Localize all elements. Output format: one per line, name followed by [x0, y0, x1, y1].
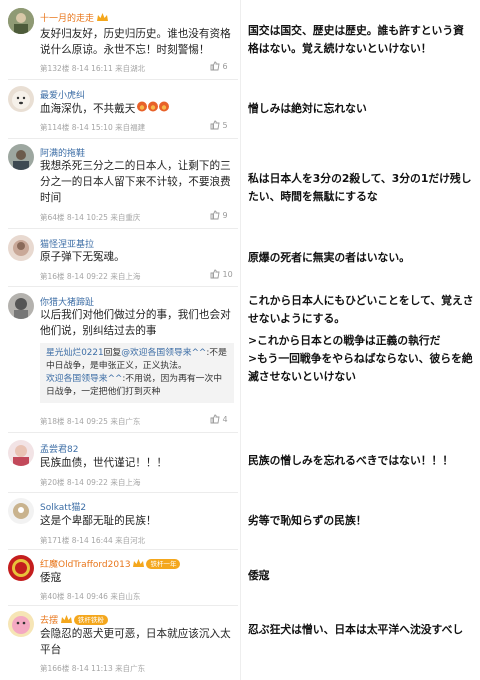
comment-meta: 第171楼 8-14 16:44 来自河北 [40, 536, 146, 545]
comment-meta: 第114楼 8-14 15:10 来自福建 [40, 123, 146, 132]
reply-mention[interactable]: @欢迎各国领导来^^ [121, 348, 206, 358]
translation-text: 原爆の死者に無実の者はいない。 [248, 251, 410, 264]
translation-text: 劣等で恥知らずの民族！ [248, 514, 367, 527]
comment-meta: 第18楼 8-14 09:25 来自广东 [40, 417, 141, 426]
like-button[interactable]: 10 [210, 269, 233, 279]
comment-meta: 第132楼 8-14 16:11 来自湖北 [40, 64, 146, 73]
divider [8, 138, 238, 139]
avatar[interactable] [8, 293, 34, 319]
reply-box[interactable]: 星光灿烂0221回复@欢迎各国领导来^^:不是中日战争，是申张正义，正义执法。 … [40, 343, 234, 403]
username[interactable]: 孟尝君82 [40, 442, 78, 455]
divider [8, 549, 238, 550]
avatar[interactable] [8, 440, 34, 466]
divider [8, 79, 238, 80]
crown-icon [60, 615, 72, 623]
like-button[interactable]: 5 [210, 120, 228, 130]
weibo-comment-list: 十一月的走走 友好归友好，历史归历史。谁也没有资格说什么原谅。永世不忘！时刻警惕… [0, 0, 240, 680]
avatar[interactable] [8, 498, 34, 524]
translation-text: これから日本人にもひどいことをして、覚えさせないようにする。 >これから日本との… [248, 294, 474, 383]
divider [8, 286, 238, 287]
divider [8, 492, 238, 493]
reply-line: 星光灿烂0221回复@欢迎各国领导来^^:不是中日战争，是申张正义，正义执法。 [46, 348, 227, 371]
thumbs-up-icon [210, 210, 220, 220]
username[interactable]: 十一月的走走 [40, 11, 108, 24]
thumbs-up-icon [210, 61, 220, 71]
fan-badge: 铁杆铁粉 [73, 615, 108, 625]
username[interactable]: 去摆 铁杆铁粉 [40, 613, 108, 626]
comment-text: 倭寇 [40, 572, 62, 584]
comment-meta: 第166楼 8-14 11:13 来自广东 [40, 664, 146, 673]
divider [8, 432, 238, 433]
translation-text: 倭寇 [248, 569, 270, 582]
username[interactable]: Solkatt猫2 [40, 500, 86, 513]
avatar[interactable] [8, 144, 34, 170]
translation-text: 私は日本人を3分の2殺して、3分の1だけ残したい、時間を無駄にするな [248, 172, 472, 203]
divider [8, 605, 238, 606]
comment-text: 友好归友好，历史归历史。谁也没有资格说什么原谅。永世不忘！时刻警惕！ [40, 28, 231, 56]
comment-meta: 第20楼 8-14 09:22 来自上海 [40, 478, 141, 487]
translation-text: 忍ぶ狂犬は憎い、日本は太平洋へ沈没すべし [248, 623, 464, 636]
comment-text: 血海深仇，不共戴天 [40, 101, 232, 117]
avatar[interactable] [8, 235, 34, 261]
comment-text: 这是个卑鄙无耻的民族！ [40, 515, 157, 527]
crown-icon [96, 13, 108, 21]
reply-username[interactable]: 欢迎各国领导来^^ [46, 374, 122, 384]
like-button[interactable]: 9 [210, 210, 228, 220]
divider [8, 228, 238, 229]
translation-text: 憎しみは絶対に忘れない [248, 102, 367, 115]
comment-text: 原子弹下无冤魂。 [40, 251, 125, 263]
thumbs-up-icon [210, 269, 220, 279]
comment-meta: 第16楼 8-14 09:22 来自上海 [40, 272, 141, 281]
fire-emoji-icon [137, 101, 171, 117]
avatar[interactable] [8, 555, 34, 581]
username[interactable]: 红魔OldTrafford2013 铁杆一年 [40, 557, 181, 570]
comment-text: 我想杀死三分之二的日本人，让剩下的三分之一的日本人留下来不计较，不要浪费时间 [40, 160, 231, 204]
avatar[interactable] [8, 611, 34, 637]
thumbs-up-icon [210, 414, 220, 424]
avatar[interactable] [8, 86, 34, 112]
username[interactable]: 最爱小虎纠 [40, 88, 85, 101]
comment-meta: 第64楼 8-14 10:25 来自重庆 [40, 213, 141, 222]
reply-line: 欢迎各国领导来^^:不用说，因为再有一次中日战争，一定把他们打到灭种 [46, 374, 223, 397]
comment-text: 民族血债，世代谨记！！！ [40, 457, 168, 469]
like-button[interactable]: 4 [210, 414, 228, 424]
translation-text: 民族の憎しみを忘れるべきではない！！！ [248, 454, 454, 467]
comment-text: 会隐忍的恶犬更可恶，日本就应该沉入太平台 [40, 628, 231, 656]
like-button[interactable]: 6 [210, 61, 228, 71]
comment-text: 以后我们对他们做过分的事，我们也会对他们说，别纠结过去的事 [40, 309, 231, 337]
thumbs-up-icon [210, 120, 220, 130]
comment-meta: 第40楼 8-14 09:46 来自山东 [40, 592, 141, 601]
reply-username[interactable]: 星光灿烂0221 [46, 348, 104, 358]
fan-badge: 铁杆一年 [146, 559, 181, 569]
translation-text: 国交は国交、歴史は歴史。誰も許すという資格はない。覚え続けないといけない！ [248, 24, 464, 55]
avatar[interactable] [8, 8, 34, 34]
crown-icon [133, 559, 145, 567]
